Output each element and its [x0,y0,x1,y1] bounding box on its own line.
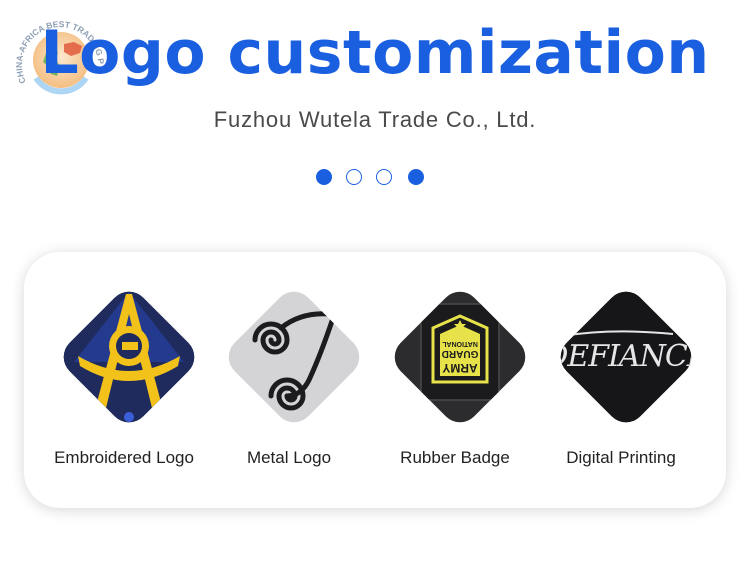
product-label-rubber: Rubber Badge [400,448,510,467]
carousel-dot-2[interactable] [346,169,362,185]
product-label-metal: Metal Logo [246,448,332,467]
embroidered-patch-image [56,284,202,430]
page-title: Logo customization [40,18,710,88]
product-item-embroidered[interactable]: Embroidered Logo [39,280,209,480]
metal-spiral-image [228,291,360,423]
product-item-digital[interactable]: DEFIANCE Digital Printing [536,280,706,480]
badge-text-guard: GUARD [442,348,479,359]
product-label-digital: Digital Printing [566,448,676,467]
product-item-metal[interactable]: Metal Logo [204,280,374,480]
carousel-dot-3[interactable] [376,169,392,185]
rubber-badge-image: NATIONAL GUARD ARMY [394,291,526,423]
product-label-embroidered: Embroidered Logo [54,448,194,467]
carousel-dots [316,169,428,185]
print-text: DEFIANCE [553,339,699,374]
carousel-dot-1[interactable] [316,169,332,185]
badge-text-army: ARMY [442,361,477,375]
company-subtitle: Fuzhou Wutela Trade Co., Ltd. [213,107,537,132]
digital-print-image: DEFIANCE [553,284,699,430]
carousel-dot-4[interactable] [408,169,424,185]
product-card: Embroidered Logo Metal Logo NATIONAL GUA… [24,252,726,508]
badge-text-national: NATIONAL [441,340,477,347]
product-item-rubber[interactable]: NATIONAL GUARD ARMY Rubber Badge [370,280,540,480]
